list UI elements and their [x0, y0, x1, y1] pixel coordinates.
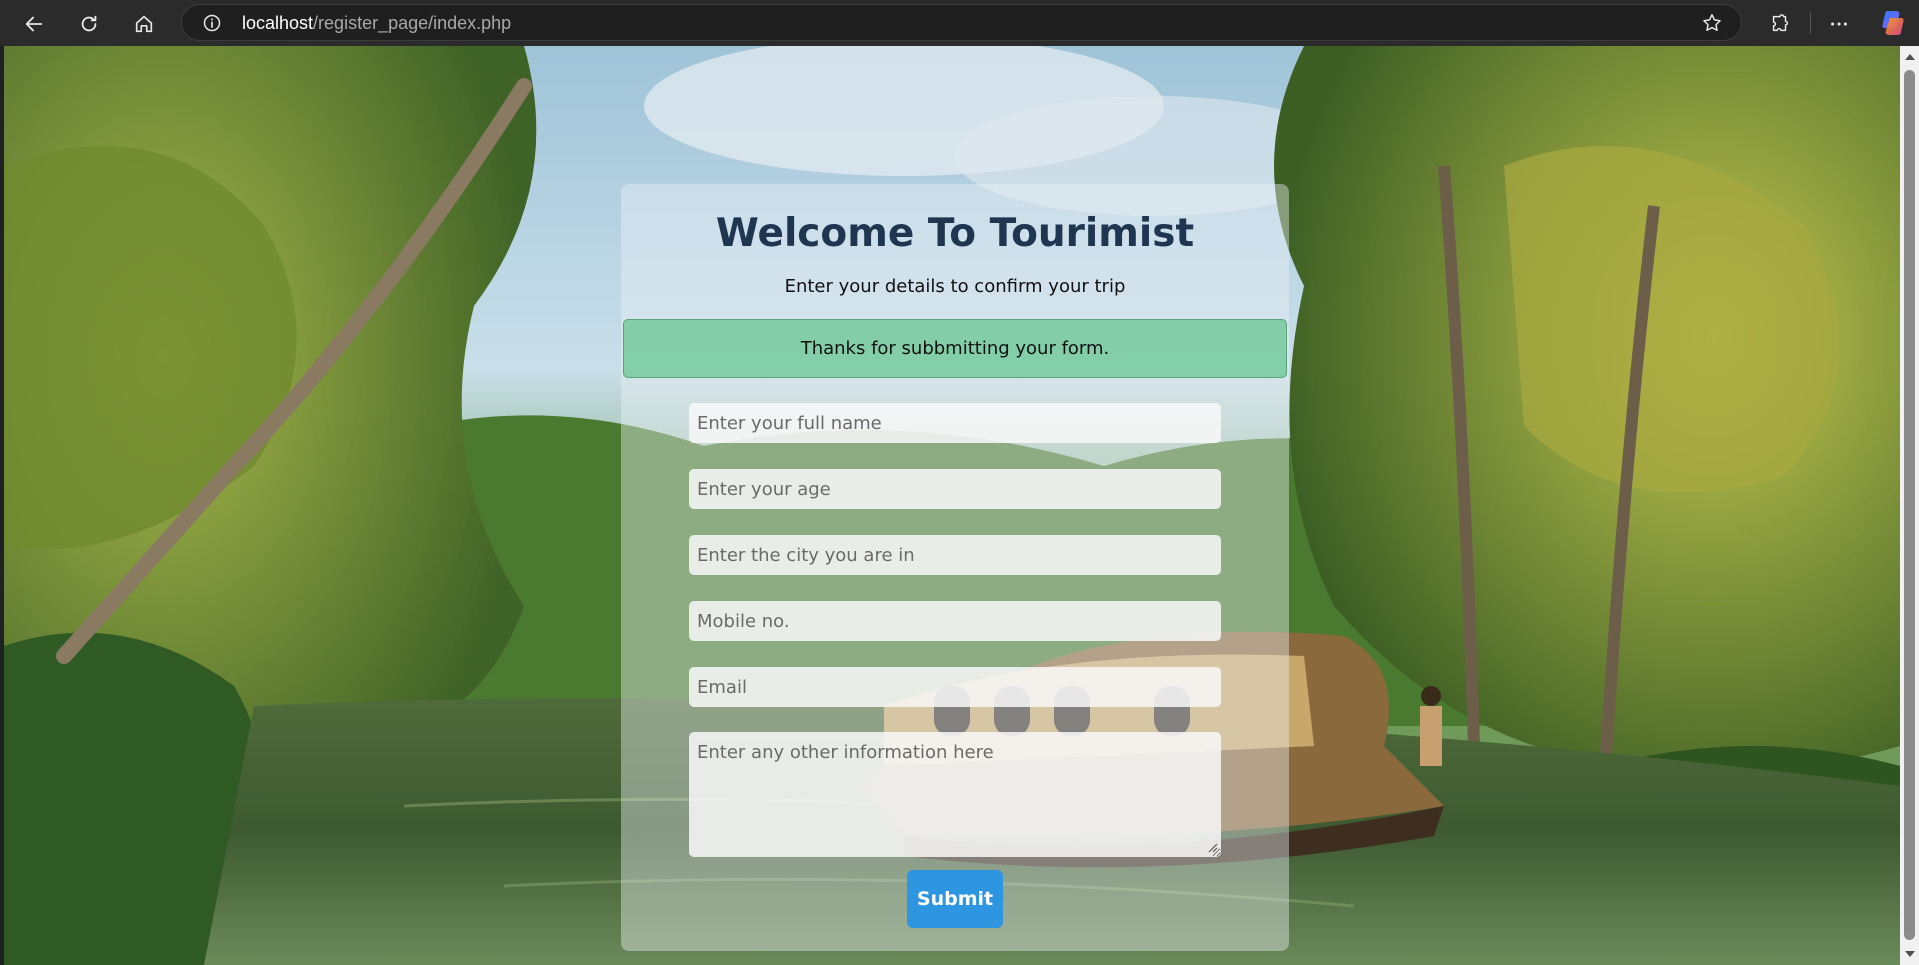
address-bar[interactable]: localhost/register_page/index.php — [181, 4, 1742, 41]
url-text[interactable]: localhost/register_page/index.php — [242, 13, 511, 34]
more-options-button[interactable] — [1823, 8, 1855, 40]
site-info-icon[interactable] — [202, 13, 222, 33]
favorite-star-icon[interactable] — [1701, 12, 1723, 34]
registration-card: Welcome To Tourimist Enter your details … — [621, 184, 1289, 951]
scroll-down-icon[interactable] — [1905, 951, 1915, 957]
submit-button[interactable]: Submit — [907, 870, 1003, 928]
age-input[interactable] — [689, 469, 1221, 509]
page-scrollbar[interactable] — [1900, 46, 1919, 965]
reload-icon — [81, 15, 97, 32]
back-button[interactable] — [18, 8, 50, 40]
url-host: localhost — [242, 13, 314, 33]
mobile-input[interactable] — [689, 601, 1221, 641]
email-input[interactable] — [689, 667, 1221, 707]
scrollbar-thumb[interactable] — [1904, 70, 1915, 940]
reload-button[interactable] — [73, 8, 105, 40]
copilot-icon[interactable] — [1878, 8, 1908, 38]
page-subtitle: Enter your details to confirm your trip — [784, 276, 1126, 297]
more-options-icon — [1831, 22, 1847, 26]
toolbar-divider — [1810, 12, 1811, 34]
page-title: Welcome To Tourimist — [715, 211, 1195, 256]
success-alert: Thanks for subbmitting your form. — [623, 319, 1287, 378]
home-icon — [135, 15, 153, 33]
extensions-button[interactable] — [1764, 8, 1796, 40]
other-info-textarea[interactable] — [689, 732, 1221, 857]
city-input[interactable] — [689, 535, 1221, 575]
full-name-input[interactable] — [689, 403, 1221, 443]
scroll-up-icon[interactable] — [1905, 54, 1915, 60]
extensions-icon — [1772, 14, 1789, 32]
page-viewport: Welcome To Tourimist Enter your details … — [4, 46, 1900, 965]
resize-handle-icon[interactable] — [1206, 841, 1218, 853]
home-button[interactable] — [128, 8, 160, 40]
back-arrow-icon — [25, 16, 43, 32]
browser-toolbar: localhost/register_page/index.php — [0, 0, 1919, 46]
url-path: /register_page/index.php — [313, 13, 512, 33]
